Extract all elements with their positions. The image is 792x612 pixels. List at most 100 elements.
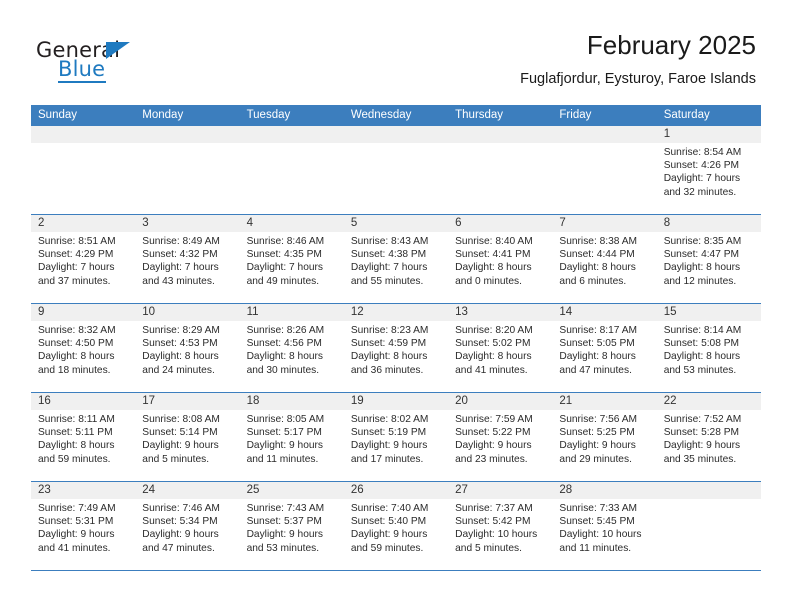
- day-cell-empty: [31, 126, 136, 214]
- day-number: 18: [246, 395, 260, 407]
- day-number-strip: 20: [448, 393, 553, 410]
- day-info-line: Daylight: 9 hours: [350, 440, 428, 452]
- day-cell-10[interactable]: 10 Sunrise: 8:29 AM Sunset: 4:53 PM Dayligh…: [135, 304, 240, 392]
- day-number-strip: 21: [552, 393, 657, 410]
- day-number: 28: [559, 484, 573, 496]
- day-cell-12[interactable]: 12 Sunrise: 8:23 AM Sunset: 4:59 PM Dayligh…: [343, 304, 449, 392]
- day-info-line: Sunset: 4:47 PM: [663, 249, 740, 261]
- weekday-header-wednesday: Wednesday: [350, 109, 412, 121]
- day-cell-9[interactable]: 9 Sunrise: 8:32 AM Sunset: 4:50 PM Daylight…: [31, 304, 136, 392]
- day-number: 23: [38, 484, 51, 496]
- day-number: 26: [350, 484, 364, 496]
- day-sun-info: Sunrise: 8:14 AM Sunset: 5:08 PM Daylight:…: [657, 321, 761, 377]
- day-info-line: Sunrise: 8:43 AM: [350, 236, 429, 247]
- day-cell-8[interactable]: 8 Sunrise: 8:35 AM Sunset: 4:47 PM Daylight…: [656, 215, 761, 303]
- day-info-line: Sunrise: 8:35 AM: [663, 236, 742, 247]
- day-cell-empty: [448, 126, 553, 214]
- day-cell-empty: [135, 126, 240, 214]
- day-cell-4[interactable]: 4 Sunrise: 8:46 AM Sunset: 4:35 PM Daylight…: [239, 215, 344, 303]
- day-info-line: Sunset: 4:29 PM: [38, 249, 114, 261]
- day-info-line: Sunset: 4:41 PM: [455, 249, 531, 261]
- day-cell-25[interactable]: 25 Sunrise: 7:43 AM Sunset: 5:37 PM Dayligh…: [239, 482, 344, 570]
- day-number-strip: 16: [31, 393, 136, 410]
- day-info-line: Sunrise: 8:20 AM: [455, 325, 533, 336]
- day-info-line: and 43 minutes.: [142, 275, 215, 287]
- day-sun-info: [448, 143, 552, 146]
- weekday-header-sunday: Sunday: [38, 109, 78, 121]
- day-number-strip: [448, 126, 553, 143]
- day-info-line: Daylight: 8 hours: [350, 351, 428, 363]
- day-cell-15[interactable]: 15 Sunrise: 8:14 AM Sunset: 5:08 PM Dayligh…: [656, 304, 761, 392]
- day-info-line: Daylight: 9 hours: [142, 529, 219, 541]
- day-info-line: Daylight: 8 hours: [246, 351, 324, 363]
- day-info-line: Sunset: 4:38 PM: [350, 249, 427, 261]
- day-info-line: Daylight: 8 hours: [663, 351, 741, 363]
- page-title: February 2025: [586, 30, 756, 60]
- day-cell-23[interactable]: 23 Sunrise: 7:49 AM Sunset: 5:31 PM Dayligh…: [31, 482, 136, 570]
- day-info-line: Daylight: 7 hours: [663, 173, 741, 185]
- day-number-strip: 15: [656, 304, 761, 321]
- day-number-strip: 11: [239, 304, 344, 321]
- day-sun-info: [552, 143, 656, 146]
- day-cell-14[interactable]: 14 Sunrise: 8:17 AM Sunset: 5:05 PM Dayligh…: [552, 304, 657, 392]
- day-number-strip: 6: [448, 215, 553, 232]
- day-number: 8: [663, 217, 671, 229]
- day-sun-info: Sunrise: 7:37 AM Sunset: 5:42 PM Daylight:…: [448, 499, 552, 555]
- day-number-strip: 18: [239, 393, 344, 410]
- day-cell-17[interactable]: 17 Sunrise: 8:08 AM Sunset: 5:14 PM Dayligh…: [135, 393, 240, 481]
- day-number: 20: [455, 395, 468, 407]
- day-cell-1[interactable]: 1 Sunrise: 8:54 AM Sunset: 4:26 PM Daylight…: [656, 126, 761, 214]
- day-info-line: and 41 minutes.: [455, 364, 528, 376]
- day-cell-27[interactable]: 27 Sunrise: 7:37 AM Sunset: 5:42 PM Dayligh…: [448, 482, 553, 570]
- day-cell-22[interactable]: 22 Sunrise: 7:52 AM Sunset: 5:28 PM Dayligh…: [656, 393, 761, 481]
- day-cell-16[interactable]: 16 Sunrise: 8:11 AM Sunset: 5:11 PM Dayligh…: [31, 393, 136, 481]
- day-info-line: Sunrise: 8:54 AM: [663, 147, 742, 158]
- day-cell-26[interactable]: 26 Sunrise: 7:40 AM Sunset: 5:40 PM Dayligh…: [343, 482, 449, 570]
- day-cell-3[interactable]: 3 Sunrise: 8:49 AM Sunset: 4:32 PM Daylight…: [135, 215, 240, 303]
- day-sun-info: [135, 143, 239, 146]
- day-info-line: and 53 minutes.: [663, 364, 737, 376]
- day-cell-21[interactable]: 21 Sunrise: 7:56 AM Sunset: 5:25 PM Dayligh…: [552, 393, 657, 481]
- day-number: 14: [559, 306, 573, 318]
- day-info-line: Sunset: 4:56 PM: [246, 338, 322, 350]
- day-cell-11[interactable]: 11 Sunrise: 8:26 AM Sunset: 4:56 PM Dayligh…: [239, 304, 344, 392]
- day-number: 27: [455, 484, 468, 496]
- day-sun-info: Sunrise: 8:17 AM Sunset: 5:05 PM Daylight:…: [552, 321, 656, 377]
- calendar-week-row: 23 Sunrise: 7:49 AM Sunset: 5:31 PM Dayligh…: [31, 482, 761, 571]
- day-info-line: Sunrise: 7:59 AM: [455, 414, 533, 425]
- day-number: 22: [663, 395, 677, 407]
- day-info-line: Sunrise: 8:51 AM: [38, 236, 116, 247]
- day-info-line: Sunrise: 8:02 AM: [350, 414, 429, 425]
- day-info-line: Sunrise: 8:14 AM: [663, 325, 742, 336]
- day-cell-2[interactable]: 2 Sunrise: 8:51 AM Sunset: 4:29 PM Daylight…: [31, 215, 136, 303]
- day-info-line: Sunset: 4:32 PM: [142, 249, 218, 261]
- day-cell-5[interactable]: 5 Sunrise: 8:43 AM Sunset: 4:38 PM Daylight…: [343, 215, 449, 303]
- day-cell-18[interactable]: 18 Sunrise: 8:05 AM Sunset: 5:17 PM Dayligh…: [239, 393, 344, 481]
- day-cell-7[interactable]: 7 Sunrise: 8:38 AM Sunset: 4:44 PM Daylight…: [552, 215, 657, 303]
- day-info-line: Sunrise: 7:43 AM: [246, 503, 325, 514]
- page-subtitle: Fuglafjordur, Eysturoy, Faroe Islands: [520, 71, 756, 87]
- day-number: 15: [663, 306, 677, 318]
- day-info-line: and 32 minutes.: [663, 186, 737, 198]
- day-cell-28[interactable]: 28 Sunrise: 7:33 AM Sunset: 5:45 PM Dayligh…: [552, 482, 657, 570]
- day-cell-19[interactable]: 19 Sunrise: 8:02 AM Sunset: 5:19 PM Dayligh…: [343, 393, 449, 481]
- day-info-line: Sunset: 5:22 PM: [455, 427, 531, 439]
- logo-underline: [58, 81, 106, 83]
- day-sun-info: Sunrise: 8:40 AM Sunset: 4:41 PM Daylight:…: [448, 232, 552, 288]
- day-number-strip: 7: [552, 215, 657, 232]
- day-info-line: and 35 minutes.: [663, 453, 737, 465]
- day-info-line: Daylight: 9 hours: [142, 440, 219, 452]
- day-sun-info: Sunrise: 8:05 AM Sunset: 5:17 PM Daylight:…: [240, 410, 344, 466]
- day-number: 11: [246, 306, 259, 318]
- day-cell-24[interactable]: 24 Sunrise: 7:46 AM Sunset: 5:34 PM Dayligh…: [135, 482, 240, 570]
- day-cell-13[interactable]: 13 Sunrise: 8:20 AM Sunset: 5:02 PM Dayligh…: [448, 304, 553, 392]
- day-cell-20[interactable]: 20 Sunrise: 7:59 AM Sunset: 5:22 PM Dayligh…: [448, 393, 553, 481]
- day-info-line: and 47 minutes.: [142, 542, 215, 554]
- calendar-week-row: 9 Sunrise: 8:32 AM Sunset: 4:50 PM Daylight…: [31, 304, 761, 393]
- day-cell-6[interactable]: 6 Sunrise: 8:40 AM Sunset: 4:41 PM Daylight…: [448, 215, 553, 303]
- general-blue-logo[interactable]: General Blue: [36, 38, 226, 86]
- day-sun-info: Sunrise: 8:23 AM Sunset: 4:59 PM Daylight:…: [344, 321, 448, 377]
- day-sun-info: Sunrise: 8:51 AM Sunset: 4:29 PM Daylight:…: [31, 232, 135, 288]
- day-info-line: and 53 minutes.: [246, 542, 320, 554]
- day-info-line: Daylight: 8 hours: [38, 351, 115, 363]
